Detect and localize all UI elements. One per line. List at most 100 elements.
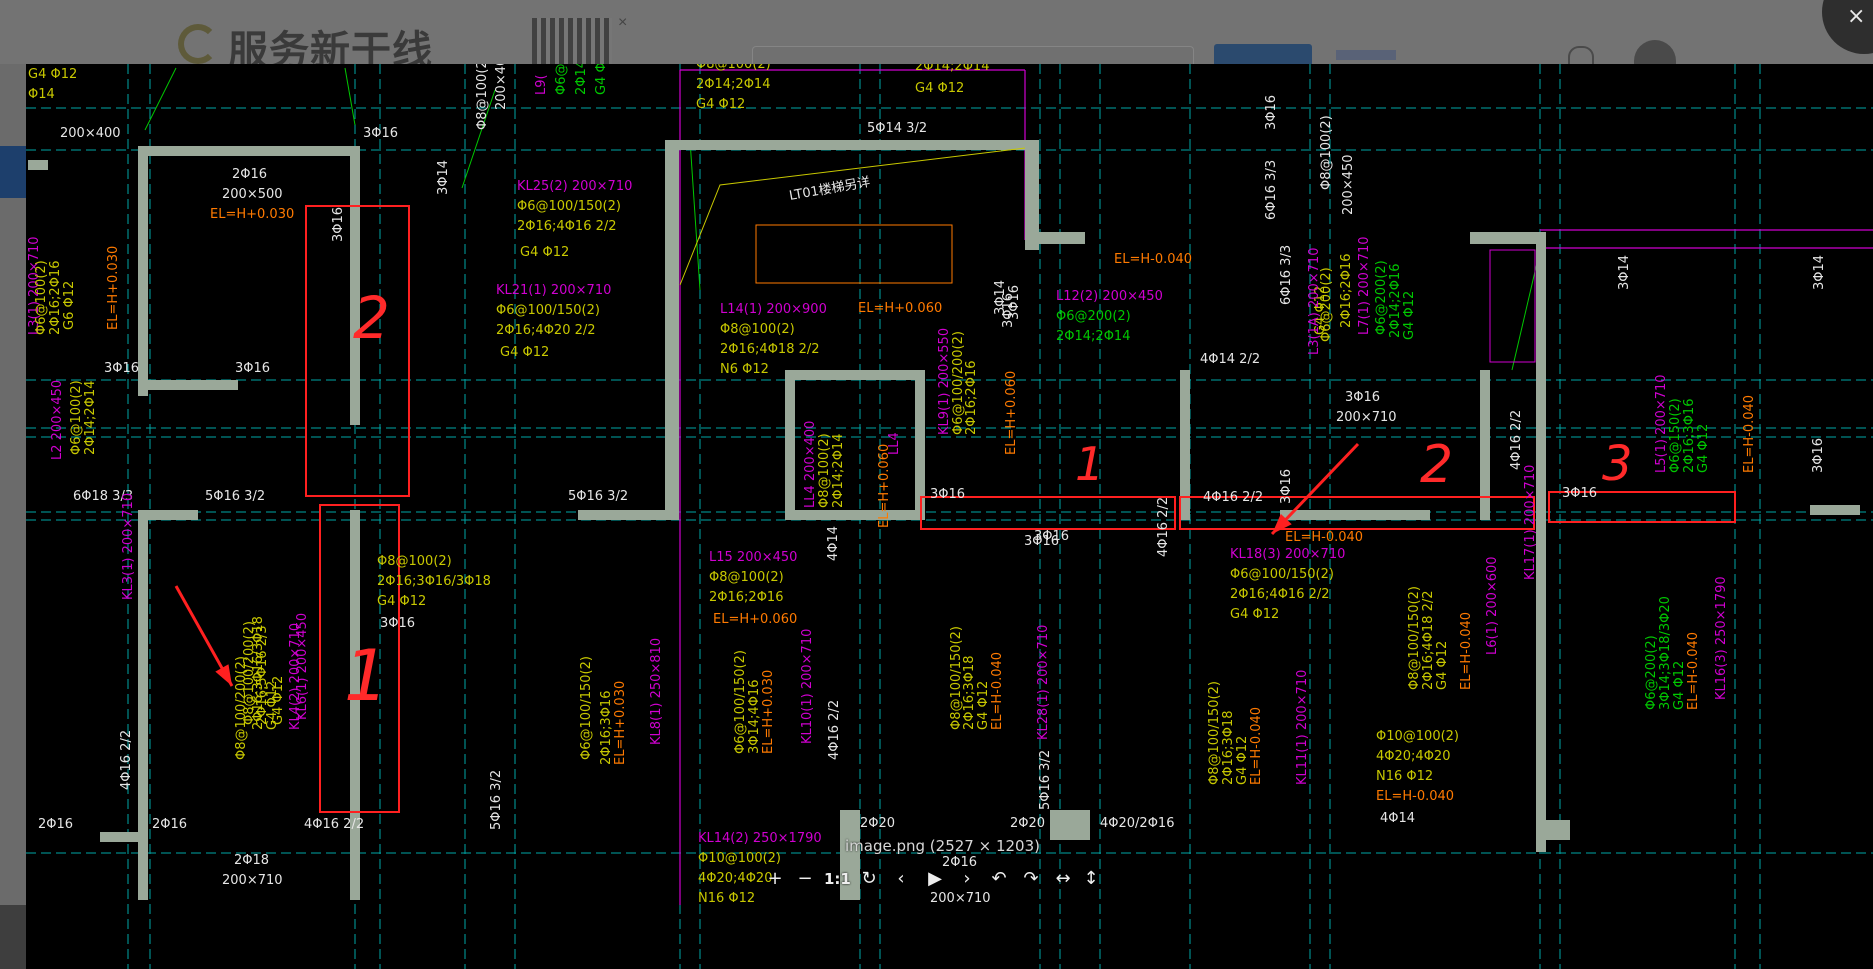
flip-vertical-button[interactable]: ↕ xyxy=(1078,866,1104,892)
wall-segment xyxy=(350,146,360,396)
drawing-label: 2Φ16;2Φ16 xyxy=(709,590,783,605)
drawing-label: 2Φ20 xyxy=(1010,816,1045,831)
leader-line xyxy=(1511,249,1541,371)
drawing-label: Φ6@200(2) xyxy=(1056,309,1131,324)
drawing-label: 4Φ14 xyxy=(826,526,841,561)
zoom-in-button[interactable]: + xyxy=(762,866,788,892)
drawing-label: 3Φ16 xyxy=(104,361,139,376)
wall-segment xyxy=(665,140,1025,150)
drawing-label: 2Φ16;2Φ16 xyxy=(1339,254,1354,328)
drawing-label: 200×450 xyxy=(1341,154,1356,215)
prev-button[interactable]: ‹ xyxy=(888,866,914,892)
drawing-label: Φ6@100/150(2) xyxy=(1230,567,1334,582)
rotate-left-button[interactable]: ↶ xyxy=(986,866,1012,892)
drawing-label: KL9(1) 200×550 xyxy=(937,328,952,435)
drawing-label: Φ6@150(2) xyxy=(1668,398,1683,473)
drawing-label: G4 Φ12 xyxy=(377,594,426,609)
wall-segment xyxy=(785,370,795,520)
arrow-head-icon xyxy=(215,664,232,686)
play-button[interactable]: ▶ xyxy=(922,866,948,892)
flip-horizontal-button[interactable]: ↔ xyxy=(1050,866,1076,892)
site-logo-icon xyxy=(178,24,218,64)
cad-drawing: 2 1 1 2 3 G4 Φ12 Φ14 200×400 3Φ16 Φ8@100(2) 200×40… xyxy=(26,64,1873,969)
rotate-right-button[interactable]: ↷ xyxy=(1018,866,1044,892)
drawing-label: G4 Φ12 xyxy=(1235,736,1250,785)
wall-segment xyxy=(1810,505,1860,515)
drawing-label: L2 200×450 xyxy=(50,380,65,460)
drawing-label: KL3(1) 200×710 xyxy=(121,493,136,600)
drawing-label: 4Φ20/2Φ16 xyxy=(1100,816,1174,831)
drawing-label: EL=H-0.040 xyxy=(1742,395,1757,473)
wall-segment xyxy=(138,380,238,390)
actual-size-button[interactable]: 1:1 xyxy=(824,866,851,892)
drawing-label: Φ6@100/150(2) xyxy=(579,656,594,760)
drawing-label: EL=H+0.060 xyxy=(858,301,942,316)
drawing-label: 4Φ16 2/2 xyxy=(1509,410,1524,470)
drawing-label: Φ8@100/150(2) xyxy=(1207,681,1222,785)
drawing-label: 2Φ16;3Φ16 xyxy=(599,691,614,765)
qr-close-icon: × xyxy=(618,14,628,31)
annotation-a2: 2 xyxy=(353,284,390,352)
zoom-out-button[interactable]: − xyxy=(792,866,818,892)
drawing-label: G4 Φ12 xyxy=(1696,424,1711,473)
drawing-label: KL17(1) 200×710 xyxy=(1523,465,1538,580)
drawing-label: 2Φ16;3Φ16/3Φ18 xyxy=(377,574,491,589)
drawing-label: EL=H-0.040 xyxy=(1249,707,1264,785)
drawing-label: 3Φ16 xyxy=(1279,469,1294,504)
wall-segment xyxy=(1470,232,1546,244)
image-viewer[interactable]: 2 1 1 2 3 G4 Φ12 Φ14 200×400 3Φ16 Φ8@100(2) 200×40… xyxy=(26,64,1873,969)
drawing-label: 2Φ16;2Φ16 xyxy=(964,361,979,435)
wall-segment xyxy=(578,510,678,520)
drawing-label: 2Φ18 xyxy=(234,853,269,868)
drawing-label: 2Φ14 xyxy=(574,64,589,95)
drawing-label: 200×500 xyxy=(222,187,283,202)
drawing-label: 2Φ16 xyxy=(38,817,73,832)
drawing-label: 3Φ14 xyxy=(436,160,451,195)
background-footer xyxy=(0,905,26,969)
drawing-label: Φ8@100/150(2) xyxy=(1407,586,1422,690)
drawing-label: Φ6@200(2) xyxy=(1644,635,1659,710)
drawing-label: 3Φ14;3Φ18/3Φ20 xyxy=(1658,596,1673,710)
annotation-a3: 3 xyxy=(1602,436,1633,492)
drawing-label: 2Φ14;2Φ14 xyxy=(83,381,98,455)
drawing-label: 3Φ16 xyxy=(331,207,346,242)
drawing-label: 3Φ16 xyxy=(1007,285,1022,320)
drawing-label: 3Φ16 xyxy=(380,616,415,631)
wall-segment xyxy=(1280,510,1430,520)
drawing-label: 3Φ16 xyxy=(363,126,398,141)
drawing-label: 3Φ14 xyxy=(1812,255,1827,290)
drawing-label: 3Φ16 xyxy=(1811,438,1826,473)
leader-line xyxy=(344,67,356,126)
drawing-label: Φ10@100(2) xyxy=(1376,729,1459,744)
drawing-label: 2Φ14;2Φ14 xyxy=(915,64,989,74)
drawing-label: 5Φ16 3/2 xyxy=(205,489,265,504)
drawing-label: Φ6@200(2) xyxy=(1319,267,1334,342)
drawing-label: Φ8@100(2) xyxy=(696,64,771,72)
background-register-link xyxy=(1336,50,1396,60)
next-button[interactable]: › xyxy=(954,866,980,892)
drawing-label: 200×400 xyxy=(60,126,121,141)
drawing-label: EL=H+0.060 xyxy=(1004,371,1019,455)
drawing-label: 2Φ16 xyxy=(232,167,267,182)
wall-segment xyxy=(138,146,356,156)
drawing-label: Φ14 xyxy=(28,87,55,102)
drawing-label: G4 Φ12 xyxy=(500,345,549,360)
wall-segment xyxy=(1540,820,1570,840)
reset-button[interactable]: ↻ xyxy=(856,866,882,892)
drawing-label: 2Φ16;3Φ18 xyxy=(962,656,977,730)
leader-line xyxy=(689,139,701,291)
wall-segment xyxy=(1025,232,1085,244)
drawing-label: 2Φ16;4Φ18 2/2 xyxy=(1421,590,1436,690)
drawing-label: KL18(3) 200×710 xyxy=(1230,547,1345,562)
drawing-label: Φ6@100/150(2) xyxy=(517,199,621,214)
annotation-a1b: 1 xyxy=(344,635,389,717)
annotation-a2b: 2 xyxy=(1420,435,1453,495)
drawing-label: 2Φ16;4Φ16 2/2 xyxy=(517,219,617,234)
drawing-label: G4 Φ12 xyxy=(1672,661,1687,710)
drawing-label: N6 Φ12 xyxy=(720,362,769,377)
drawing-label: 2Φ16 xyxy=(152,817,187,832)
drawing-label: Φ8@100(2) xyxy=(377,554,452,569)
drawing-label: 4Φ16 2/2 xyxy=(119,730,134,790)
drawing-label: 2Φ16;4Φ16 2/2 xyxy=(1230,587,1330,602)
drawing-label: Φ6@100/150(2) xyxy=(496,303,600,318)
